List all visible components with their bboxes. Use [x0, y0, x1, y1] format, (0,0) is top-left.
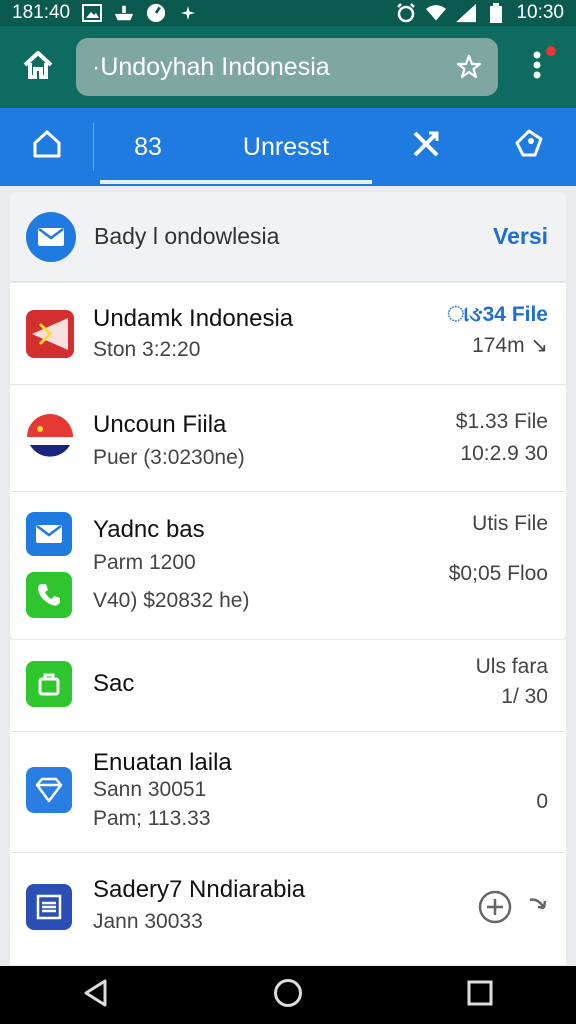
item-title: Sadery7 Nndiarabia	[93, 876, 306, 903]
home-nav-button[interactable]	[258, 966, 318, 1024]
image-icon	[82, 3, 103, 23]
app-bar: ·Undoyhah Indonesia	[0, 26, 576, 108]
list-card: Undamk Indonesia Ston 3:2:20 ાઙ34 File 1…	[10, 283, 566, 639]
phone-icon	[26, 572, 72, 618]
more-vert-icon	[532, 50, 542, 85]
url-text: ·Undoyhah Indonesia	[92, 52, 330, 81]
item-meta: 1/ 30	[501, 685, 548, 708]
alarm-icon	[396, 3, 416, 23]
list-item[interactable]: Sac Uls fara 1/ 30	[10, 640, 566, 732]
list-item[interactable]: Uncoun Fiila Puer (3:0230ne) $1.33 File …	[10, 385, 566, 492]
home-icon	[23, 50, 53, 84]
list-item[interactable]: Sadery7 Nndiarabia Jann 30033	[10, 853, 566, 965]
sparkle-icon	[178, 3, 198, 23]
diamond-icon	[26, 767, 72, 813]
list-item[interactable]: Yadnc bas Parm 1200 V40) $20832 he) Utis…	[10, 492, 566, 639]
item-title: Yadnc bas	[93, 516, 205, 543]
status-time-left: 181:40	[12, 2, 71, 23]
tab-tag[interactable]	[482, 108, 576, 186]
home-button[interactable]	[0, 26, 76, 108]
recents-button[interactable]	[450, 966, 510, 1024]
item-subtitle: Parm 1200	[93, 551, 196, 574]
item-subtitle: Ston 3:2:20	[93, 338, 201, 361]
notification-dot	[546, 46, 556, 56]
tab-home[interactable]	[0, 123, 94, 171]
item-subtitle: Puer (3:0230ne)	[93, 446, 245, 469]
item-subtitle: Jann 30033	[93, 910, 203, 933]
item-count: 0	[536, 790, 548, 813]
back-button[interactable]	[66, 966, 126, 1024]
back-icon	[83, 979, 109, 1012]
tab-label: Unresst	[242, 132, 330, 161]
tab-label: 83	[134, 132, 162, 161]
status-time-right: 10:30	[516, 2, 564, 23]
navigation-bar	[0, 966, 576, 1024]
item-meta: $0;05 Floo	[448, 562, 548, 585]
dial-icon	[146, 3, 166, 23]
add-circle-icon[interactable]	[478, 890, 512, 929]
item-size: Uls fara	[475, 655, 548, 678]
list-item[interactable]: Undamk Indonesia Ston 3:2:20 ાઙ34 File 1…	[10, 283, 566, 385]
item-meta: 174m ↘	[472, 334, 548, 357]
item-subtitle-2: V40) $20832 he)	[93, 589, 250, 612]
recents-icon	[467, 980, 493, 1011]
active-tab-indicator	[100, 180, 372, 184]
status-bar: 181:40 10:30	[0, 0, 576, 26]
account-title: Bady l ondowlesia	[94, 223, 280, 249]
tab-83[interactable]: 83	[94, 108, 202, 186]
tab-shuffle[interactable]	[370, 108, 482, 186]
list-card: Sac Uls fara 1/ 30 Enuatan laila Sann 30…	[10, 640, 566, 965]
item-title: Enuatan laila	[93, 749, 232, 776]
account-header[interactable]: Bady l ondowlesia Versi	[10, 192, 566, 282]
tag-icon	[513, 129, 545, 166]
item-title: Uncoun Fiila	[93, 411, 227, 438]
wifi-icon	[426, 3, 447, 23]
item-title: Sac	[93, 670, 135, 697]
flag-burst-icon	[26, 310, 74, 363]
bag-icon	[26, 661, 72, 707]
list-item[interactable]: Enuatan laila Sann 30051 Pam; 113.33 0	[10, 732, 566, 853]
document-icon	[26, 884, 72, 930]
item-size: $1.33 File	[455, 410, 548, 433]
mail-icon	[26, 211, 76, 262]
url-bar[interactable]: ·Undoyhah Indonesia	[76, 38, 498, 96]
home-outline-icon	[32, 130, 62, 165]
tab-bar: 83 Unresst	[0, 108, 576, 186]
overflow-menu-button[interactable]	[498, 26, 576, 108]
ship-icon	[114, 3, 134, 23]
item-subtitle-2: Pam; 113.33	[93, 807, 211, 830]
battery-icon	[486, 3, 506, 23]
item-size: Utis File	[472, 512, 548, 535]
signal-icon	[456, 3, 477, 23]
shuffle-icon	[411, 129, 441, 166]
item-meta: 10:2.9 30	[460, 442, 548, 465]
item-size: ાઙ34 File	[447, 303, 548, 326]
star-icon[interactable]	[454, 52, 484, 82]
version-link[interactable]: Versi	[493, 223, 548, 250]
item-subtitle: Sann 30051	[93, 778, 207, 801]
mail-square-icon	[26, 512, 72, 556]
item-title: Undamk Indonesia	[93, 305, 294, 332]
arrow-icon[interactable]	[528, 896, 548, 919]
flag-circle-icon	[26, 413, 74, 466]
tab-unresst[interactable]: Unresst	[202, 108, 370, 186]
home-circle-icon	[273, 978, 303, 1013]
